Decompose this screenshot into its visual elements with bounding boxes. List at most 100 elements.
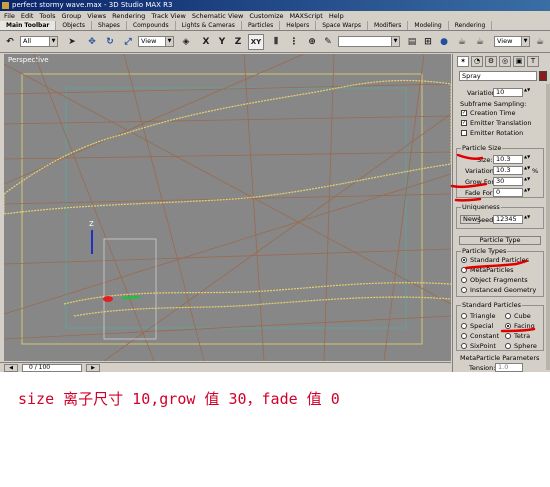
selection-filter-dropdown[interactable]: All ▼: [20, 36, 58, 47]
uniqueness-title: Uniqueness: [461, 203, 501, 211]
menu-maxscript[interactable]: MAXScript: [290, 11, 323, 21]
tetra-label: Tetra: [514, 332, 531, 340]
creation-time-checkbox[interactable]: ✓: [461, 110, 467, 116]
render-last-icon[interactable]: ☕: [532, 34, 548, 50]
restrict-x-button[interactable]: X: [198, 34, 214, 50]
spinner-icon[interactable]: ▲▼: [524, 177, 530, 186]
menu-customize[interactable]: Customize: [249, 11, 283, 21]
variation-top-field[interactable]: 10: [493, 88, 523, 97]
named-selection-icon[interactable]: ✎: [320, 34, 336, 50]
time-slider[interactable]: ◀ 0 / 100 ▶: [0, 362, 451, 372]
menu-schematic-view[interactable]: Schematic View: [192, 11, 244, 21]
hierarchy-tab-icon[interactable]: ⚙: [485, 56, 497, 67]
tetra-radio[interactable]: [505, 333, 511, 339]
mirror-icon[interactable]: ⫴: [268, 34, 284, 50]
metaparticles-label: MetaParticles: [470, 266, 514, 274]
menu-file[interactable]: File: [4, 11, 15, 21]
tab-rendering[interactable]: Rendering: [449, 21, 493, 30]
display-tab-icon[interactable]: ▣: [513, 56, 525, 67]
size-field[interactable]: 10.3: [493, 155, 523, 164]
time-slider-thumb[interactable]: 0 / 100: [22, 364, 82, 372]
emitter-translation-label: Emitter Translation: [470, 119, 532, 127]
variation-label: Variation:: [465, 167, 497, 175]
pivot-center-icon[interactable]: ◈: [178, 34, 194, 50]
menu-rendering[interactable]: Rendering: [112, 11, 145, 21]
track-view-icon[interactable]: ▤: [404, 34, 420, 50]
facing-radio[interactable]: [505, 323, 511, 329]
render-scene-icon[interactable]: ☕: [454, 34, 470, 50]
schematic-view-icon[interactable]: ⊞: [420, 34, 436, 50]
tab-main-toolbar[interactable]: Main Toolbar: [0, 21, 57, 30]
metaparticles-radio[interactable]: [461, 267, 467, 273]
menu-tools[interactable]: Tools: [39, 11, 55, 21]
particle-type-rollout[interactable]: Particle Type: [459, 236, 541, 245]
object-fragments-radio[interactable]: [461, 277, 467, 283]
move-icon[interactable]: ✥: [84, 34, 100, 50]
spinner-icon[interactable]: ▲▼: [524, 166, 530, 175]
tab-modeling[interactable]: Modeling: [408, 21, 449, 30]
time-next-icon[interactable]: ▶: [86, 364, 100, 372]
menu-track-view[interactable]: Track View: [151, 11, 186, 21]
spinner-icon[interactable]: ▲▼: [524, 215, 530, 224]
select-object-icon[interactable]: ➤: [64, 34, 80, 50]
triangle-label: Triangle: [470, 312, 496, 320]
seed-field[interactable]: 12345: [493, 215, 523, 224]
named-selection-dropdown[interactable]: ▼: [338, 36, 400, 47]
sphere-radio[interactable]: [505, 343, 511, 349]
restrict-y-button[interactable]: Y: [214, 34, 230, 50]
fade-for-field[interactable]: 0: [493, 188, 523, 197]
tab-objects[interactable]: Objects: [56, 21, 93, 30]
tab-compounds[interactable]: Compounds: [127, 21, 176, 30]
perspective-viewport[interactable]: Perspective Z: [4, 54, 451, 361]
panel-scrollbar[interactable]: [546, 84, 550, 370]
tension-field[interactable]: 1.0: [495, 363, 523, 372]
quick-render-icon[interactable]: ☕: [472, 34, 488, 50]
restrict-xy-button[interactable]: XY: [248, 34, 264, 50]
triangle-radio[interactable]: [461, 313, 467, 319]
spinner-icon[interactable]: ▲▼: [524, 188, 530, 197]
utilities-tab-icon[interactable]: T: [527, 56, 539, 67]
undo-icon[interactable]: ↶: [2, 34, 18, 50]
constant-radio[interactable]: [461, 333, 467, 339]
instanced-geometry-label: Instanced Geometry: [470, 286, 537, 294]
array-icon[interactable]: ⋮: [286, 34, 302, 50]
emitter-translation-checkbox[interactable]: ✓: [461, 120, 467, 126]
modify-tab-icon[interactable]: ◔: [471, 56, 483, 67]
spinner-icon[interactable]: ▲▼: [524, 155, 530, 164]
cube-radio[interactable]: [505, 313, 511, 319]
reference-coordinate-dropdown[interactable]: View ▼: [138, 36, 174, 47]
menu-group[interactable]: Group: [62, 11, 82, 21]
grow-for-field[interactable]: 30: [493, 177, 523, 186]
tab-lights-cameras[interactable]: Lights & Cameras: [176, 21, 242, 30]
variation-field[interactable]: 10.3: [493, 166, 523, 175]
object-name-field[interactable]: Spray: [459, 71, 537, 81]
emitter-rotation-checkbox[interactable]: [461, 130, 467, 136]
sixpoint-radio[interactable]: [461, 343, 467, 349]
main-toolbar: ↶ All ▼ ➤ ✥ ↻ ⤢ View ▼ ◈ X Y Z XY ⫴ ⋮ ⊕ …: [0, 31, 550, 53]
tension-label: Tension:: [469, 364, 496, 372]
material-editor-icon[interactable]: ●: [436, 34, 452, 50]
instanced-geometry-radio[interactable]: [461, 287, 467, 293]
create-tab-icon[interactable]: ✶: [457, 56, 469, 67]
render-type-dropdown[interactable]: View ▼: [494, 36, 530, 47]
standard-particles-radio[interactable]: [461, 257, 467, 263]
scale-icon[interactable]: ⤢: [120, 34, 136, 50]
motion-tab-icon[interactable]: ◎: [499, 56, 511, 67]
tab-space-warps[interactable]: Space Warps: [316, 21, 369, 30]
menu-edit[interactable]: Edit: [21, 11, 34, 21]
rotate-icon[interactable]: ↻: [102, 34, 118, 50]
spinner-icon[interactable]: ▲▼: [524, 88, 530, 97]
time-prev-icon[interactable]: ◀: [4, 364, 18, 372]
fade-for-label: Fade For:: [465, 189, 495, 197]
tab-particles[interactable]: Particles: [242, 21, 281, 30]
tab-modifiers[interactable]: Modifiers: [368, 21, 409, 30]
restrict-z-button[interactable]: Z: [230, 34, 246, 50]
object-color-swatch[interactable]: [539, 71, 547, 81]
align-icon[interactable]: ⊕: [304, 34, 320, 50]
menu-views[interactable]: Views: [87, 11, 106, 21]
menu-help[interactable]: Help: [329, 11, 344, 21]
special-radio[interactable]: [461, 323, 467, 329]
facing-label: Facing: [514, 322, 535, 330]
tab-shapes[interactable]: Shapes: [92, 21, 127, 30]
tab-helpers[interactable]: Helpers: [280, 21, 317, 30]
